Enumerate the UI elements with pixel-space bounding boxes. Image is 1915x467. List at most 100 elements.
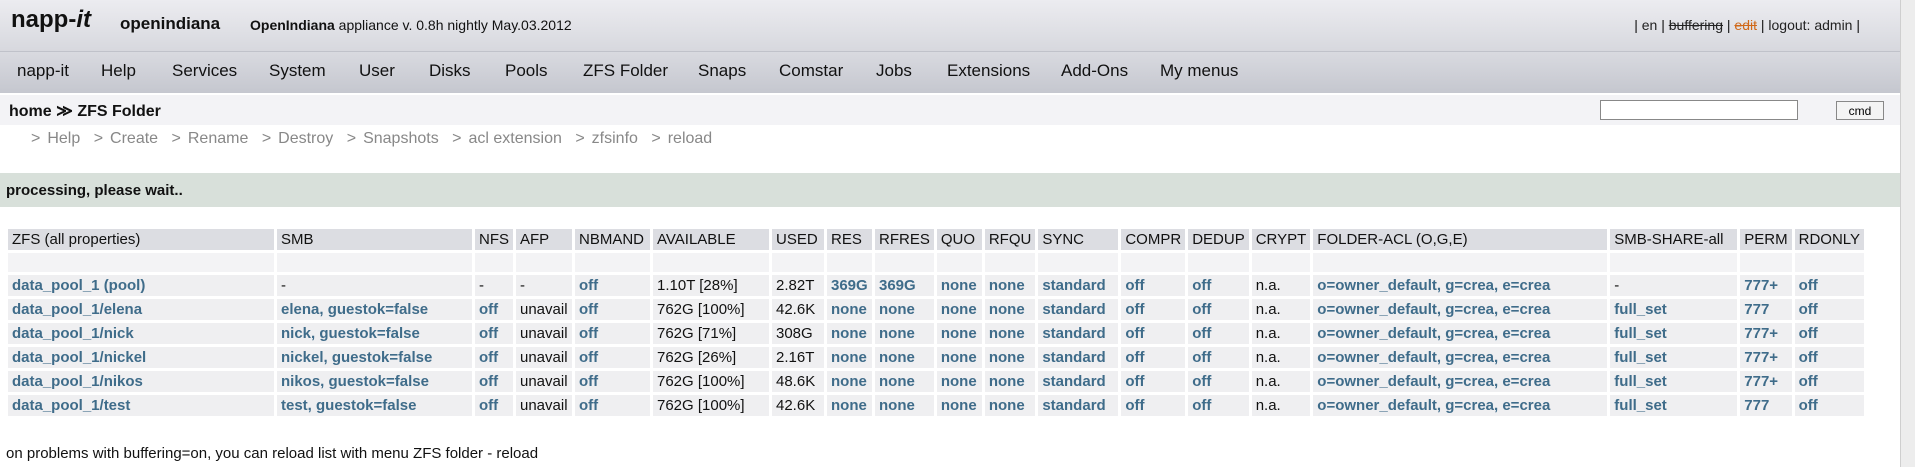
cell-smb[interactable]: elena, guestok=false [277,299,472,320]
cell-nbmand[interactable]: off [575,395,650,416]
cell-smb-share-all[interactable]: full_set [1610,395,1738,416]
cell-res[interactable]: none [827,299,872,320]
menu-snaps[interactable]: Snaps [698,61,746,81]
cell-nbmand[interactable]: off [575,299,650,320]
cell-folder-acl[interactable]: o=owner_default, g=crea, e=crea [1313,323,1608,344]
vertical-scrollbar[interactable] [1900,0,1915,467]
cell-dedup[interactable]: off [1188,323,1249,344]
cell-rfqu[interactable]: none [984,395,1036,416]
cell-folder-acl[interactable]: o=owner_default, g=crea, e=crea [1313,371,1608,392]
breadcrumb-home[interactable]: home [9,103,52,120]
cell-perm[interactable]: 777 [1740,299,1792,320]
cell-zfs[interactable]: data_pool_1/elena [8,299,274,320]
cell-folder-acl[interactable]: o=owner_default, g=crea, e=crea [1313,347,1608,368]
cell-rdonly[interactable]: off [1794,299,1865,320]
menu-jobs[interactable]: Jobs [876,61,912,81]
col-rfqu[interactable]: RFQU [984,229,1036,250]
cell-dedup[interactable]: off [1188,299,1249,320]
subnav-acl-extension[interactable]: acl extension [468,130,570,147]
menu-disks[interactable]: Disks [429,61,471,81]
col-res[interactable]: RES [827,229,872,250]
cell-folder-acl[interactable]: o=owner_default, g=crea, e=crea [1313,275,1608,296]
cell-sync[interactable]: standard [1038,299,1119,320]
cell-compr[interactable]: off [1121,323,1186,344]
buffering-link[interactable]: buffering [1669,17,1723,33]
cell-perm[interactable]: 777+ [1740,323,1792,344]
subnav-rename[interactable]: Rename [188,130,257,147]
menu-extensions[interactable]: Extensions [947,61,1030,81]
cell-dedup[interactable]: off [1188,371,1249,392]
col-compr[interactable]: COMPR [1121,229,1186,250]
col-dedup[interactable]: DEDUP [1188,229,1249,250]
cell-compr[interactable]: off [1121,347,1186,368]
cell-rdonly[interactable]: off [1794,323,1865,344]
subnav-reload[interactable]: reload [668,130,721,147]
cell-perm[interactable]: 777 [1740,395,1792,416]
cell-compr[interactable]: off [1121,275,1186,296]
cell-compr[interactable]: off [1121,371,1186,392]
menu-comstar[interactable]: Comstar [779,61,843,81]
cell-res[interactable]: none [827,347,872,368]
cell-res[interactable]: none [827,371,872,392]
cell-zfs[interactable]: data_pool_1/nikos [8,371,274,392]
cell-rfres[interactable]: 369G [875,275,934,296]
col-smb[interactable]: SMB [277,229,472,250]
col-nfs[interactable]: NFS [475,229,513,250]
cell-quo[interactable]: none [936,275,982,296]
cell-sync[interactable]: standard [1038,395,1119,416]
menu-help[interactable]: Help [101,61,136,81]
cell-nfs[interactable]: off [475,395,513,416]
cell-smb[interactable]: nikos, guestok=false [277,371,472,392]
subnav-create[interactable]: Create [110,130,167,147]
cell-folder-acl[interactable]: o=owner_default, g=crea, e=crea [1313,299,1608,320]
cell-nbmand[interactable]: off [575,323,650,344]
cell-perm[interactable]: 777+ [1740,371,1792,392]
cell-zfs[interactable]: data_pool_1/nick [8,323,274,344]
brand-logo[interactable]: napp-it [11,6,91,34]
cell-sync[interactable]: standard [1038,347,1119,368]
cell-rfres[interactable]: none [875,371,934,392]
cell-rfres[interactable]: none [875,323,934,344]
col-available[interactable]: AVAILABLE [653,229,769,250]
cell-sync[interactable]: standard [1038,275,1119,296]
col-used[interactable]: USED [772,229,824,250]
cell-nfs[interactable]: off [475,371,513,392]
cell-nfs[interactable]: off [475,347,513,368]
edit-link[interactable]: edit [1734,17,1757,33]
cell-rdonly[interactable]: off [1794,347,1865,368]
cell-dedup[interactable]: off [1188,347,1249,368]
subnav-destroy[interactable]: Destroy [278,130,342,147]
cell-nbmand[interactable]: off [575,371,650,392]
cell-nbmand[interactable]: off [575,275,650,296]
cell-zfs[interactable]: data_pool_1/test [8,395,274,416]
cell-zfs[interactable]: data_pool_1/nickel [8,347,274,368]
cell-res[interactable]: none [827,395,872,416]
cell-smb-share-all[interactable]: full_set [1610,347,1738,368]
cell-rfqu[interactable]: none [984,347,1036,368]
col-sync[interactable]: SYNC [1038,229,1119,250]
menu-services[interactable]: Services [172,61,237,81]
cell-rfres[interactable]: none [875,299,934,320]
subnav-snapshots[interactable]: Snapshots [363,130,448,147]
cell-rdonly[interactable]: off [1794,395,1865,416]
cell-rfres[interactable]: none [875,347,934,368]
cell-smb-share-all[interactable]: full_set [1610,371,1738,392]
cell-rfqu[interactable]: none [984,323,1036,344]
subnav-zfsinfo[interactable]: zfsinfo [592,130,647,147]
col-afp[interactable]: AFP [516,229,572,250]
lang-link[interactable]: en [1642,17,1658,33]
cell-smb-share-all[interactable]: full_set [1610,323,1738,344]
cell-rdonly[interactable]: off [1794,371,1865,392]
menu-user[interactable]: User [359,61,395,81]
cell-compr[interactable]: off [1121,395,1186,416]
cell-rfqu[interactable]: none [984,275,1036,296]
cell-res[interactable]: none [827,323,872,344]
col-rfres[interactable]: RFRES [875,229,934,250]
cell-folder-acl[interactable]: o=owner_default, g=crea, e=crea [1313,395,1608,416]
cell-quo[interactable]: none [936,371,982,392]
cell-zfs[interactable]: data_pool_1 (pool) [8,275,274,296]
cell-quo[interactable]: none [936,395,982,416]
menu-my-menus[interactable]: My menus [1160,61,1238,81]
cell-dedup[interactable]: off [1188,275,1249,296]
cmd-input[interactable] [1600,100,1798,120]
